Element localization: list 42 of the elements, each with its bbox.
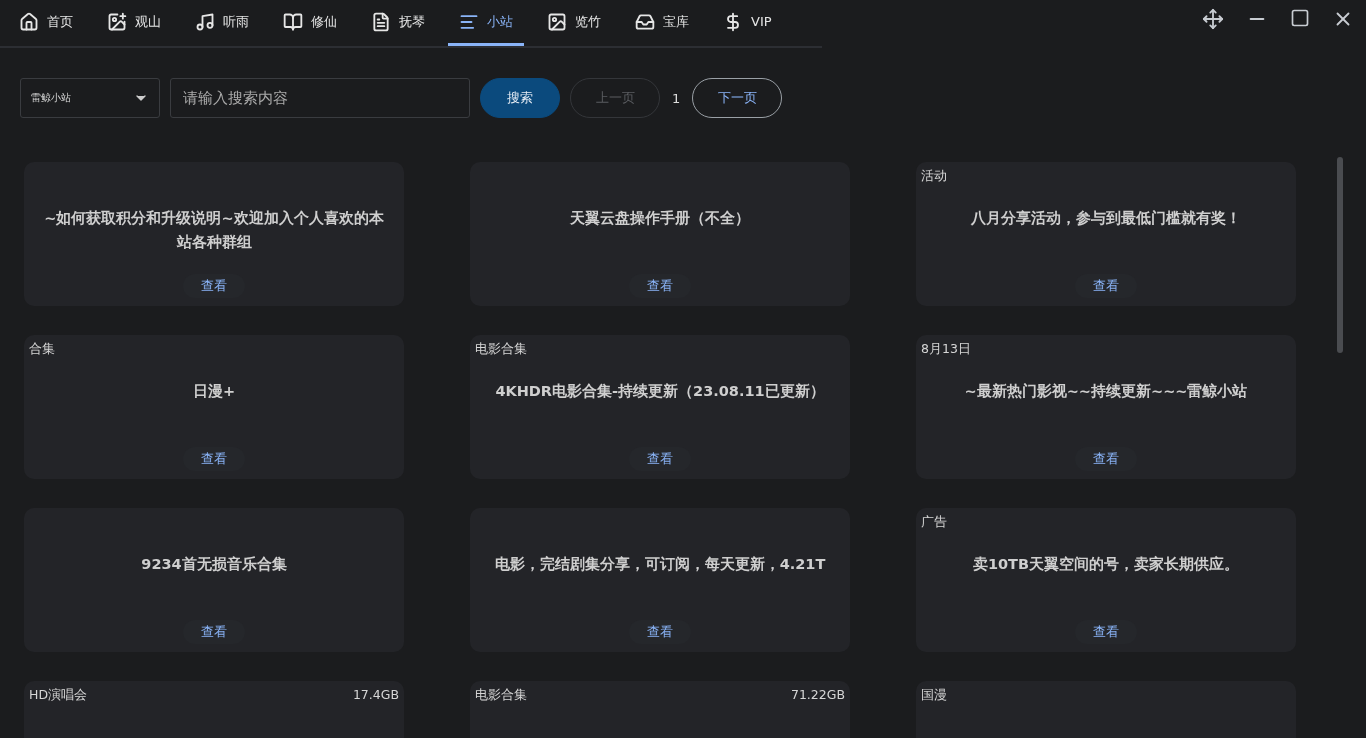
card-title: 八月分享活动，参与到最低门槛就有奖！: [970, 209, 1242, 228]
search-field[interactable]: 请输入搜索内容: [170, 78, 470, 118]
nav-tab[interactable]: 听雨: [184, 0, 260, 46]
source-dropdown[interactable]: 雷鲸小站: [20, 78, 160, 118]
card-tag: 电影合集: [475, 341, 527, 359]
nav-tab[interactable]: 观山: [96, 0, 172, 46]
card-title: 电影，完结剧集分享，可订阅，每天更新，4.21T: [493, 555, 827, 574]
page-number: 1: [672, 90, 681, 106]
file-size: 71.22GB: [790, 687, 845, 704]
card-title: 卖10TB天翼空间的号，卖家长期供应。: [971, 555, 1241, 574]
inbox-icon: [635, 11, 655, 32]
card-tag: 广告: [921, 514, 947, 532]
card-tag: 电影合集: [475, 687, 527, 705]
maximize-icon[interactable]: [1290, 8, 1310, 28]
nav-tab[interactable]: 首页: [8, 0, 84, 46]
card-title: 4KHDR电影合集-持续更新（23.08.11已更新）: [494, 382, 826, 401]
card-tag: 合集: [29, 341, 55, 359]
card-title: ~如何获取积分和升级说明~欢迎加入个人喜欢的本站各种群组: [43, 209, 385, 252]
file-size: 17.4GB: [352, 687, 399, 704]
card-tag: 活动: [921, 168, 947, 186]
move-icon[interactable]: [1202, 8, 1224, 30]
nav-tab[interactable]: VIP: [712, 0, 783, 46]
document-icon: [371, 11, 391, 32]
nav-tab[interactable]: 修仙: [272, 0, 348, 46]
nav-tab[interactable]: 抚琴: [360, 0, 436, 46]
image-icon: [547, 11, 567, 32]
home-icon: [19, 11, 39, 32]
card-title: 天翼云盘操作手册（不全）: [569, 209, 751, 228]
card-tag: 8月13日: [921, 341, 971, 359]
scrollbar-thumb[interactable]: [1337, 157, 1343, 353]
search-button[interactable]: 搜索: [480, 78, 560, 118]
music-note-icon: [195, 11, 215, 32]
nav-tab[interactable]: 小站: [448, 0, 524, 46]
card-tag: 国漫: [921, 687, 947, 705]
card-tag: HD演唱会: [29, 687, 88, 705]
card-title: 日漫+: [191, 382, 237, 401]
picture-frame-icon: [107, 11, 127, 32]
nav-tab[interactable]: 览竹: [536, 0, 612, 46]
card-title: 9234首无损音乐合集: [140, 555, 288, 574]
card-title: ~最新热门影视~~持续更新~~~雷鲸小站: [963, 382, 1249, 401]
book-icon: [283, 11, 303, 32]
nav-tab[interactable]: 宝库: [624, 0, 700, 46]
